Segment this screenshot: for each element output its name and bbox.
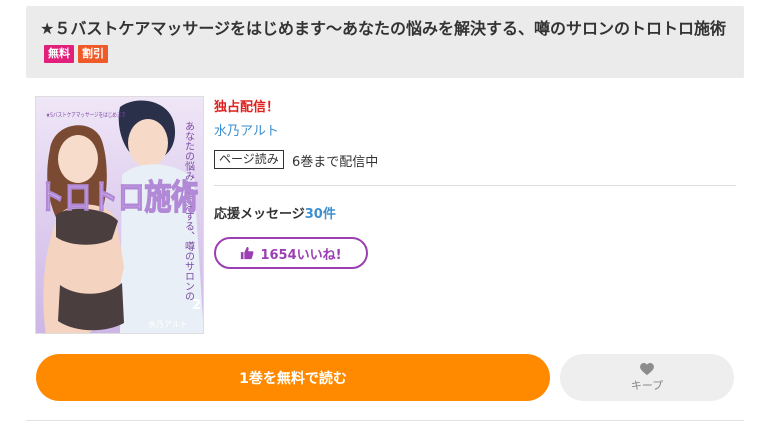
like-button[interactable]: 1654いいね! [214, 237, 368, 269]
keep-label: キープ [630, 378, 664, 392]
support-label: 応援メッセージ [214, 207, 305, 222]
thumbs-up-icon [241, 246, 254, 260]
support-messages[interactable]: 応援メッセージ30件 [214, 203, 336, 222]
book-title-text: ★５バストケアマッサージをはじめます～あなたの悩みを解決する、噂のサロンのトロト… [40, 19, 727, 38]
keep-button[interactable]: キープ [560, 354, 734, 401]
title-box: ★５バストケアマッサージをはじめます～あなたの悩みを解決する、噂のサロンのトロト… [26, 6, 744, 78]
book-title: ★５バストケアマッサージをはじめます～あなたの悩みを解決する、噂のサロンのトロト… [40, 16, 732, 66]
discount-badge: 割引 [78, 45, 108, 63]
cover-author-mark: 水乃アルト [148, 319, 188, 329]
cover-small-title: ★5バストケアマッサージをはじめます [46, 112, 126, 119]
like-count-label: 1654いいね! [260, 247, 342, 263]
free-badge: 無料 [44, 45, 74, 63]
author-link[interactable]: 水乃アルト [214, 120, 279, 139]
cover-image[interactable]: あなたの悩みを解決する、噂のサロンの トロトロ施術 ★5バストケアマッサージをは… [35, 96, 204, 334]
bottom-divider [26, 420, 744, 421]
support-count[interactable]: 30件 [305, 207, 336, 222]
volumes-available: 6巻まで配信中 [292, 155, 379, 170]
cover-big-title: トロトロ施術 [38, 178, 198, 218]
format-tag: ページ読み [214, 150, 284, 169]
heart-icon [640, 362, 654, 375]
exclusive-label: 独占配信！ [214, 100, 280, 115]
cover-volume-number: 2 [192, 298, 201, 313]
divider [214, 185, 736, 186]
read-free-button[interactable]: 1巻を無料で読む [36, 354, 550, 401]
